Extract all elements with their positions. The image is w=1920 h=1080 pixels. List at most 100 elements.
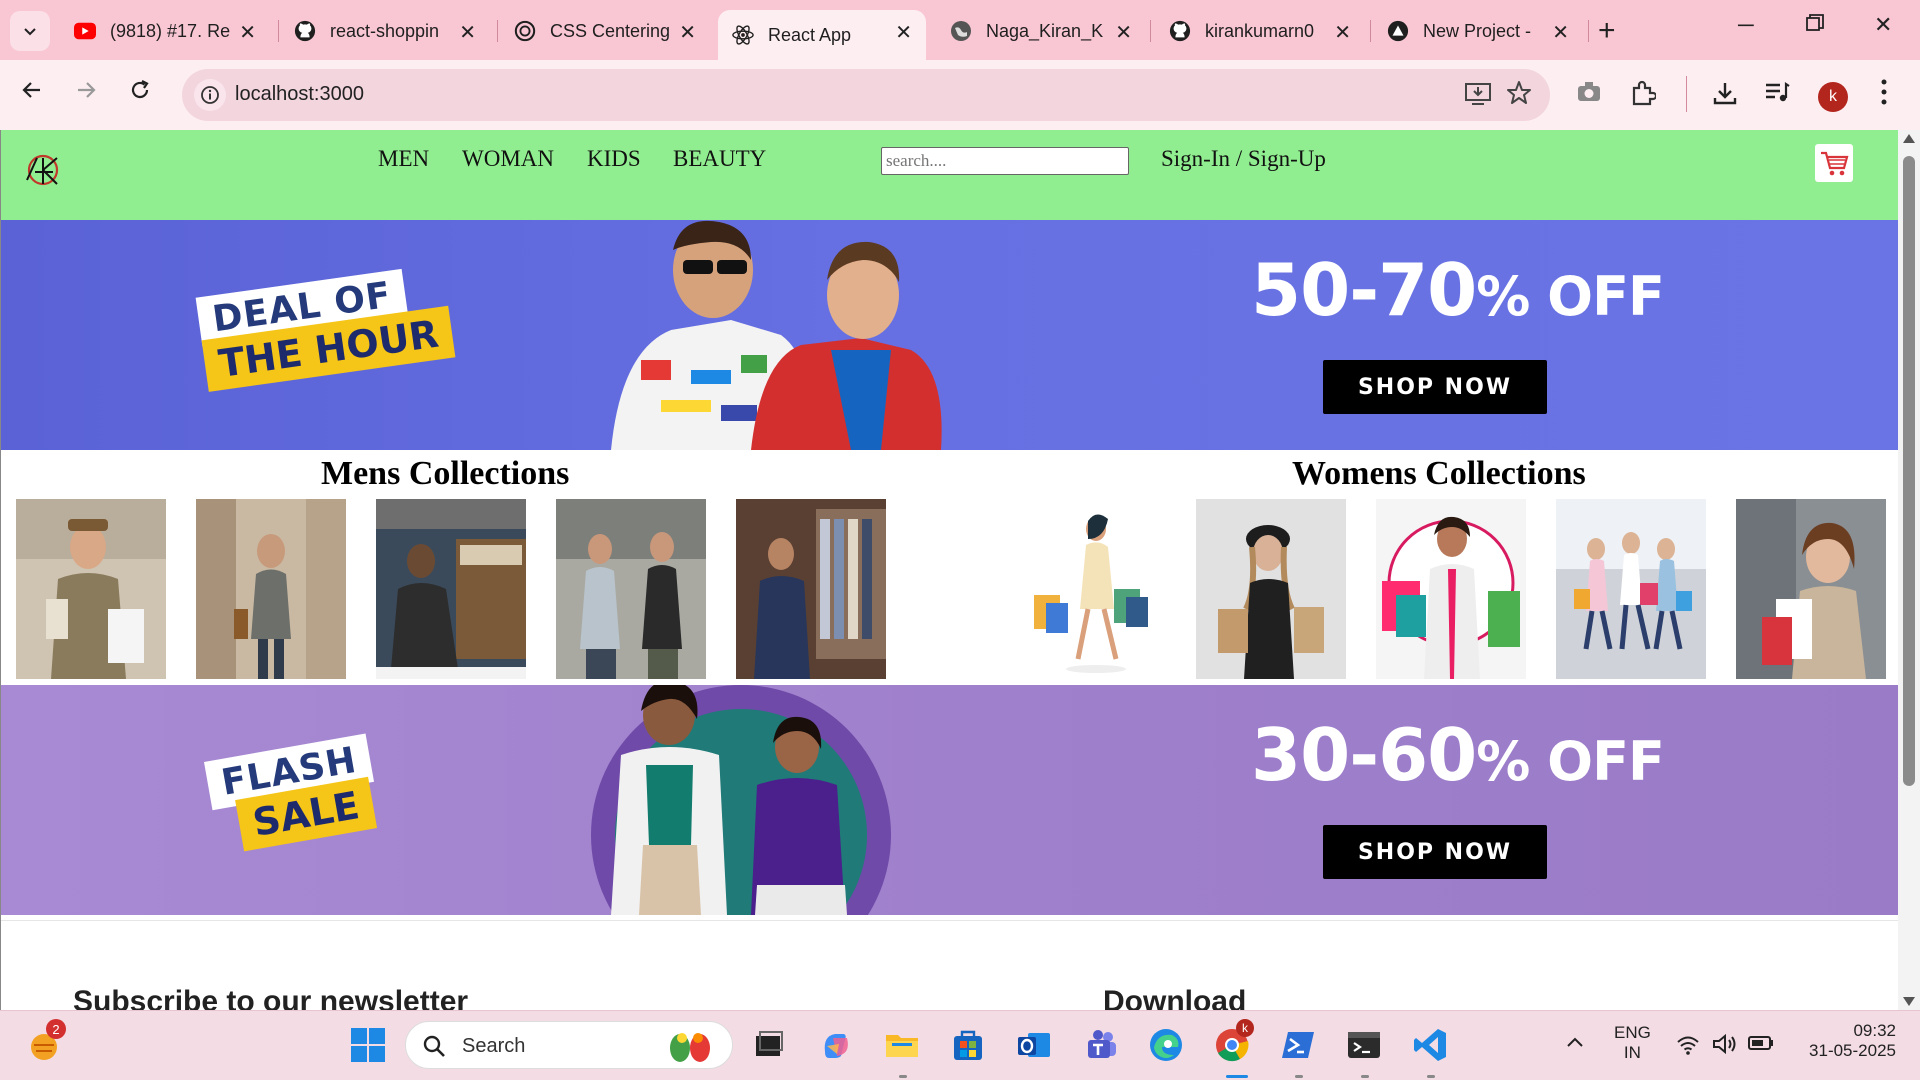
nav-link-beauty[interactable]: BEAUTY [673,146,766,172]
extensions-icon[interactable] [1630,80,1658,111]
close-icon[interactable]: ✕ [239,20,256,45]
close-icon[interactable]: ✕ [679,20,696,45]
outlook-icon [1018,1033,1050,1057]
close-window-button[interactable]: ✕ [1874,12,1892,38]
tab-github-react-shopping[interactable]: react-shoppin ✕ [280,10,490,52]
copilot-icon [824,1034,848,1058]
teams-icon [1088,1030,1116,1058]
download-icon[interactable] [1712,80,1738,111]
terminal-icon [1348,1032,1380,1058]
nav-link-woman[interactable]: WOMAN [462,146,554,172]
forward-button[interactable] [74,78,98,109]
mens-collection-image[interactable] [16,499,166,679]
taskbar-search[interactable]: Search [405,1021,733,1069]
task-view-button[interactable] [748,1025,788,1065]
file-explorer-button[interactable] [882,1025,922,1065]
language-indicator[interactable]: ENG IN [1614,1023,1651,1063]
page-viewport: MEN WOMAN KIDS BEAUTY Sign-In / Sign-Up … [0,130,1898,1010]
womens-collection-image[interactable] [1016,499,1166,679]
mens-collection-image[interactable] [196,499,346,679]
vscode-button[interactable] [1410,1025,1450,1065]
womens-collection-image[interactable] [1196,499,1346,679]
battery-icon[interactable] [1748,1035,1774,1056]
mens-collections-title: Mens Collections [321,455,570,492]
url-text[interactable]: localhost:3000 [235,83,364,106]
scroll-up-arrow[interactable] [1903,134,1915,143]
tab-naga-kiran[interactable]: Naga_Kiran_K ✕ [936,10,1146,52]
shop-now-button[interactable]: SHOP NOW [1323,360,1547,414]
close-icon[interactable]: ✕ [1115,20,1132,45]
terminal-button[interactable] [1344,1025,1384,1065]
tab-new-project[interactable]: New Project - ✕ [1373,10,1583,52]
deal-of-the-hour-banner[interactable]: DEAL OF THE HOUR 50-70% OFF SHOP NOW [1,220,1898,450]
below-fold-section: Subscribe to our newsletter Download [1,920,1898,1010]
womens-collection-image[interactable] [1556,499,1706,679]
chrome-button[interactable]: k [1212,1019,1254,1065]
camera-icon[interactable] [1576,80,1602,109]
back-button[interactable] [20,78,44,109]
parrots-illustration-icon [670,1033,710,1062]
task-view-icon [756,1031,783,1056]
outlook-button[interactable] [1014,1025,1054,1065]
mens-collection-image[interactable] [376,499,526,679]
teams-button[interactable] [1080,1025,1120,1065]
more-menu-icon[interactable] [1880,78,1888,111]
close-icon[interactable]: ✕ [1334,20,1351,45]
browser-toolbar: localhost:3000 k [0,60,1920,130]
tab-github-kirankumar[interactable]: kirankumarn0 ✕ [1155,10,1365,52]
globe-icon [950,20,972,42]
powershell-button[interactable] [1278,1025,1318,1065]
shop-now-button[interactable]: SHOP NOW [1323,825,1547,879]
weather-widget[interactable]: 2 [26,1019,66,1065]
nav-link-men[interactable]: MEN [378,146,429,172]
scroll-down-arrow[interactable] [1903,997,1915,1006]
new-tab-button[interactable]: + [1598,14,1616,48]
clock[interactable]: 09:32 31-05-2025 [1796,1021,1896,1061]
profile-avatar[interactable]: k [1818,82,1848,112]
search-input[interactable] [881,147,1129,175]
site-logo[interactable] [23,150,63,190]
edge-button[interactable] [1146,1025,1186,1065]
minimize-button[interactable]: ─ [1738,12,1754,38]
signin-link[interactable]: Sign-In / Sign-Up [1161,146,1326,172]
close-icon[interactable]: ✕ [895,20,912,45]
wifi-icon[interactable] [1676,1035,1700,1060]
close-icon[interactable]: ✕ [459,20,476,45]
close-icon[interactable]: ✕ [1552,20,1569,45]
womens-collections-title: Womens Collections [1292,455,1586,492]
site-info-icon[interactable] [194,79,226,111]
tab-css-centering[interactable]: CSS Centering ✕ [500,10,710,52]
show-hidden-icons-button[interactable] [1566,1035,1584,1053]
page-scrollbar[interactable] [1898,130,1920,1010]
notification-badge: 2 [46,1019,66,1039]
flash-sale-banner[interactable]: FLASH SALE 30-60% OFF SHOP NOW [1,685,1898,915]
powershell-icon [1282,1032,1314,1058]
media-controls-icon[interactable] [1764,80,1790,109]
womens-collection-image[interactable] [1376,499,1526,679]
arrow-right-icon [78,82,96,98]
chrome-profile-badge: k [1236,1019,1254,1037]
address-bar[interactable]: localhost:3000 [182,69,1550,121]
tab-react-app[interactable]: React App ✕ [718,10,926,60]
tab-youtube[interactable]: (9818) #17. Re ✕ [60,10,270,52]
womens-collection-image[interactable] [1736,499,1886,679]
restore-button[interactable] [1806,12,1824,38]
offer-percent: % OFF [1476,265,1665,328]
models-illustration [591,685,891,915]
copilot-button[interactable] [816,1025,856,1065]
nav-link-kids[interactable]: KIDS [587,146,641,172]
scrollbar-thumb[interactable] [1903,156,1915,786]
mens-collection-image[interactable] [736,499,886,679]
cart-button[interactable] [1815,144,1853,182]
offer-text: 50-70% OFF [1251,248,1665,332]
mens-collection-image[interactable] [556,499,706,679]
volume-icon[interactable] [1712,1033,1738,1060]
microsoft-store-button[interactable] [948,1025,988,1065]
install-app-icon[interactable] [1464,81,1492,112]
start-button[interactable] [348,1025,388,1065]
store-icon [954,1030,982,1060]
tab-title: CSS Centering [550,20,671,41]
bookmark-star-icon[interactable] [1506,80,1532,111]
tab-search-button[interactable] [10,11,50,51]
reload-button[interactable] [128,78,152,109]
